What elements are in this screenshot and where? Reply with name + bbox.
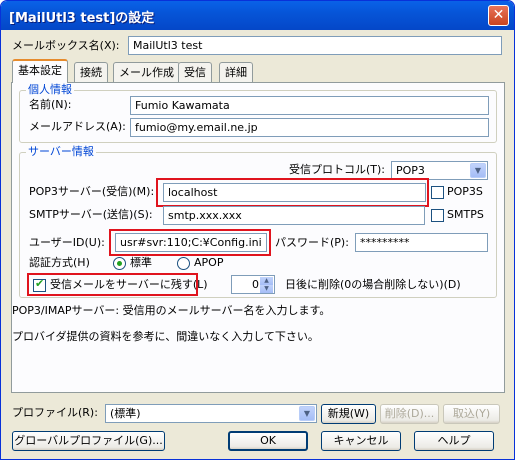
chevron-down-icon[interactable]: ▼ [299, 406, 315, 421]
protocol-label: 受信プロトコル(T): [289, 163, 386, 176]
profile-select[interactable]: (標準) ▼ [105, 404, 317, 423]
name-label: 名前(N): [29, 98, 72, 111]
close-button[interactable]: ✕ [488, 5, 509, 26]
cancel-button[interactable]: キャンセル [321, 431, 401, 451]
personal-info-title: 個人情報 [26, 83, 74, 97]
email-input[interactable]: fumio@my.email.ne.jp [130, 118, 489, 137]
window-title: [MailUtl3 test]の設定 [9, 11, 155, 26]
smtps-checkbox[interactable] [431, 209, 444, 222]
help-button[interactable]: ヘルプ [414, 431, 494, 451]
leave-mail-highlight [27, 273, 198, 296]
mailbox-name-input[interactable]: MailUtl3 test [128, 36, 502, 55]
tab-basic-settings[interactable]: 基本設定 [12, 59, 68, 83]
settings-dialog: [MailUtl3 test]の設定 ✕ メールボックス名(X): MailUt… [0, 0, 515, 460]
auth-standard-label: 標準 [130, 256, 152, 269]
tab-details[interactable]: 詳細 [219, 62, 253, 82]
title-bar[interactable]: [MailUtl3 test]の設定 ✕ [1, 1, 514, 30]
tab-receive[interactable]: 受信 [178, 62, 212, 82]
pop3s-checkbox[interactable] [431, 186, 444, 199]
delete-days-spinner[interactable]: 0 ▲ ▼ [231, 275, 275, 294]
password-input[interactable]: ********* [355, 233, 488, 252]
name-input[interactable]: Fumio Kawamata [130, 96, 489, 115]
smtp-server-input[interactable]: smtp.xxx.xxx [163, 206, 425, 225]
password-label: パスワード(P): [275, 236, 349, 249]
smtp-server-label: SMTPサーバー(送信)(S): [29, 208, 153, 221]
chevron-down-icon[interactable]: ▼ [470, 163, 486, 178]
protocol-value: POP3 [396, 164, 425, 177]
field-description: POP3/IMAPサーバー: 受信用のメールサーバー名を入力します。 プロバイダ… [12, 303, 504, 345]
new-profile-button[interactable]: 新規(W) [321, 404, 376, 424]
pop3-server-highlight [156, 178, 429, 207]
delete-days-label: 日後に削除(0の場合削除しない)(D) [285, 278, 461, 291]
tab-connection[interactable]: 接続 [74, 62, 108, 82]
auth-standard-radio[interactable] [113, 257, 126, 270]
profile-label: プロファイル(R): [12, 406, 98, 419]
global-profile-button[interactable]: グローバルプロファイル(G)... [12, 431, 165, 451]
server-info-title: サーバー情報 [26, 145, 96, 159]
tab-compose[interactable]: メール作成 [113, 62, 180, 82]
ok-button[interactable]: OK [228, 431, 308, 451]
pop3s-label: POP3S [447, 185, 483, 198]
profile-value: (標準) [110, 407, 141, 420]
description-line-1: POP3/IMAPサーバー: 受信用のメールサーバー名を入力します。 [12, 304, 331, 317]
pop3-server-label: POP3サーバー(受信)(M): [29, 185, 155, 198]
user-id-label: ユーザーID(U): [29, 236, 105, 249]
user-id-highlight [109, 229, 271, 256]
auth-apop-label: APOP [194, 256, 224, 269]
spin-up-icon[interactable]: ▲ [260, 277, 273, 285]
delete-profile-button[interactable]: 削除(D)... [380, 404, 439, 424]
email-label: メールアドレス(A): [29, 120, 126, 133]
auth-method-label: 認証方式(H) [29, 256, 90, 269]
auth-apop-radio[interactable] [177, 257, 190, 270]
spin-down-icon[interactable]: ▼ [260, 285, 273, 293]
description-line-2: プロバイダ提供の資料を参考に、間違いなく入力して下さい。 [12, 330, 319, 343]
mailbox-name-label: メールボックス名(X): [12, 39, 120, 52]
smtps-label: SMTPS [447, 208, 484, 221]
delete-days-value: 0 [252, 278, 259, 291]
import-profile-button[interactable]: 取込(Y) [443, 404, 500, 424]
